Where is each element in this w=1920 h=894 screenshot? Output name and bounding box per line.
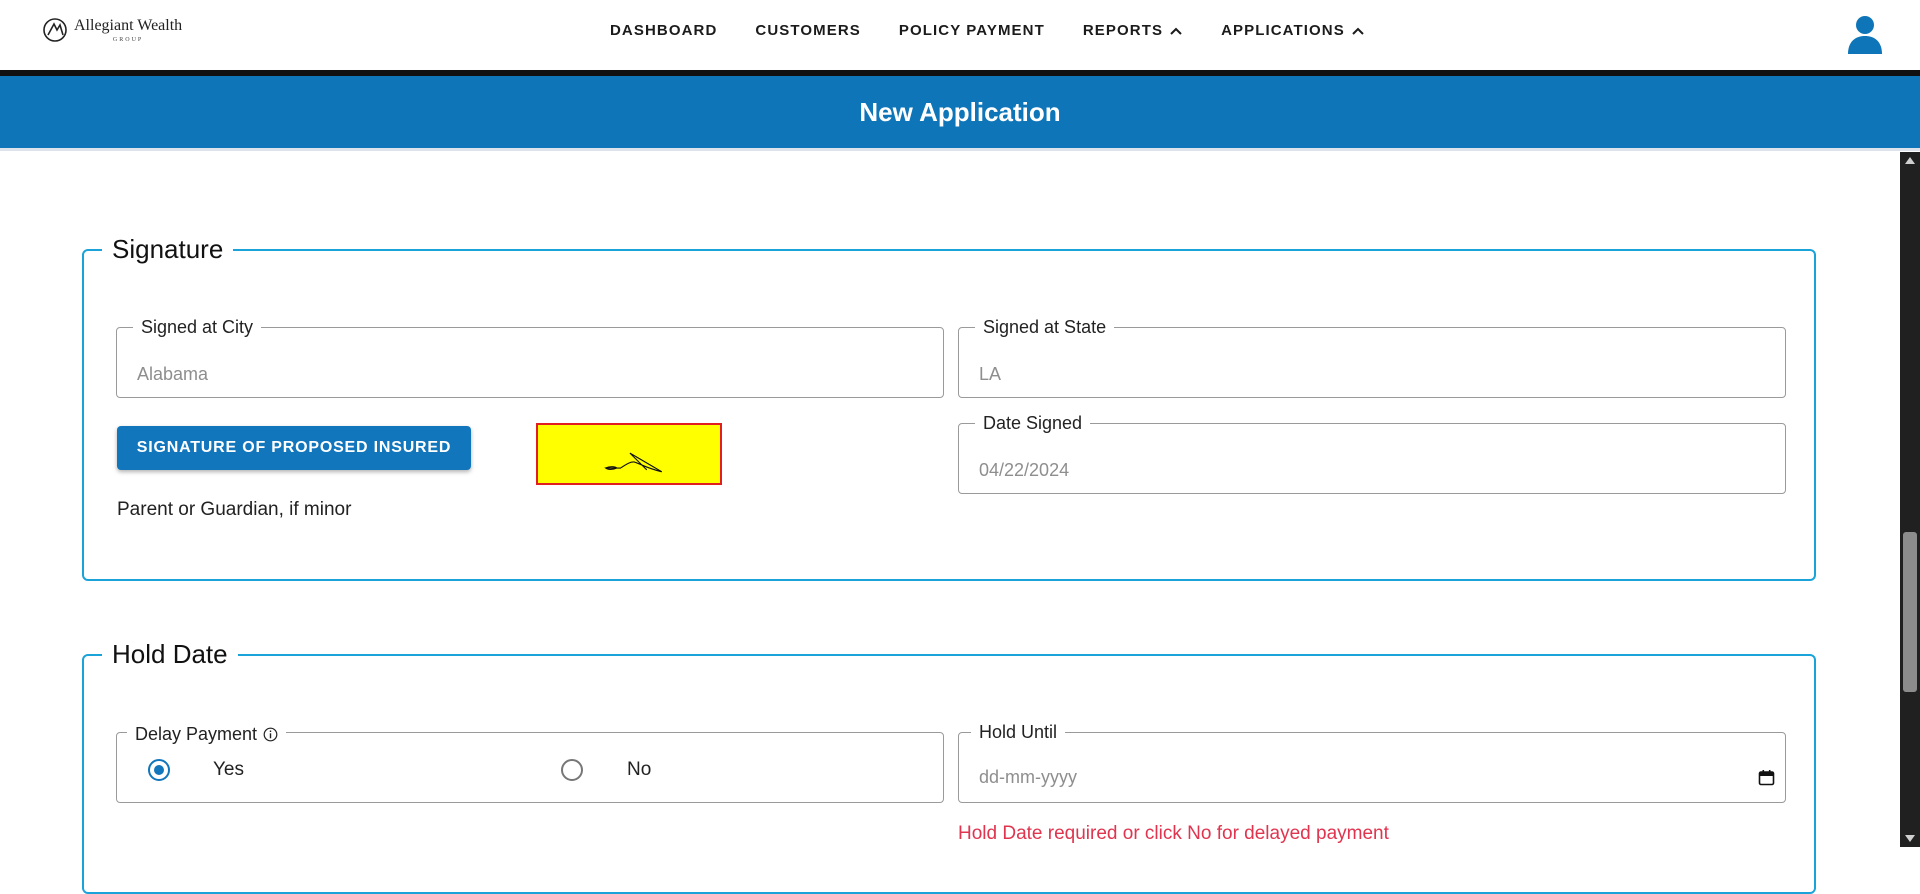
delay-yes-label[interactable]: Yes: [213, 759, 244, 781]
top-navbar: Allegiant Wealth GROUP DASHBOARD CUSTOME…: [0, 0, 1920, 76]
signed-at-state-value: LA: [979, 364, 1002, 384]
main-menu: DASHBOARD CUSTOMERS POLICY PAYMENT REPOR…: [610, 22, 1365, 39]
signature-section: Signature Signed at City Alabama Signed …: [82, 232, 1816, 581]
delay-no-radio[interactable]: [561, 759, 583, 781]
hold-date-error: Hold Date required or click No for delay…: [958, 823, 1389, 844]
scrollbar[interactable]: [1900, 152, 1920, 847]
scrollbar-thumb[interactable]: [1903, 532, 1917, 692]
page-header: New Application: [0, 76, 1920, 151]
date-signed-value: 04/22/2024: [979, 460, 1070, 480]
delay-payment-label: Delay Payment: [135, 724, 258, 744]
signed-at-city-field[interactable]: Signed at City Alabama: [116, 316, 944, 398]
signed-at-state-label: Signed at State: [975, 316, 1115, 338]
chevron-up-icon: [1170, 27, 1182, 35]
nav-dashboard[interactable]: DASHBOARD: [610, 22, 717, 39]
brand-name: Allegiant Wealth: [74, 16, 183, 34]
nav-dashboard-label: DASHBOARD: [610, 22, 718, 39]
nav-policy-payment-label: POLICY PAYMENT: [898, 22, 1045, 39]
signature-section-title: Signature: [102, 232, 234, 266]
brand-logo-icon: [43, 18, 67, 42]
chevron-up-icon: [1352, 27, 1364, 35]
signed-at-city-label: Signed at City: [133, 316, 262, 338]
nav-reports[interactable]: REPORTS: [1083, 22, 1183, 39]
nav-reports-label: REPORTS: [1082, 22, 1164, 39]
page-title: New Application: [859, 96, 1061, 127]
hold-until-placeholder: dd-mm-yyyy: [979, 767, 1077, 787]
scroll-down-arrow-icon[interactable]: [1905, 835, 1915, 842]
delay-payment-field: Delay Payment Yes No: [116, 723, 944, 803]
hold-until-label: Hold Until: [971, 721, 1066, 743]
hold-date-section-title: Hold Date: [102, 637, 238, 671]
hold-date-section: Hold Date Delay Payment Yes No Hold Unti…: [82, 637, 1816, 894]
nav-applications-label: APPLICATIONS: [1221, 22, 1345, 39]
brand-logo[interactable]: Allegiant Wealth GROUP: [42, 17, 182, 43]
user-icon[interactable]: [1846, 14, 1884, 54]
nav-policy-payment[interactable]: POLICY PAYMENT: [899, 22, 1045, 39]
signature-of-proposed-insured-button[interactable]: SIGNATURE OF PROPOSED INSURED: [117, 426, 471, 470]
hold-until-field[interactable]: Hold Until dd-mm-yyyy: [958, 721, 1786, 803]
signed-at-state-field[interactable]: Signed at State LA: [958, 316, 1786, 398]
parent-guardian-note: Parent or Guardian, if minor: [117, 499, 352, 520]
delay-no-label[interactable]: No: [627, 759, 651, 781]
calendar-icon[interactable]: [1758, 769, 1775, 786]
date-signed-label: Date Signed: [975, 412, 1091, 434]
info-icon[interactable]: [263, 727, 278, 742]
scroll-up-arrow-icon[interactable]: [1905, 157, 1915, 164]
delay-payment-label-wrap: Delay Payment: [127, 723, 287, 745]
signature-drawing: [604, 452, 663, 473]
nav-customers[interactable]: CUSTOMERS: [755, 22, 860, 39]
date-signed-field[interactable]: Date Signed 04/22/2024: [958, 412, 1786, 494]
brand-sub: GROUP: [112, 36, 144, 43]
nav-customers-label: CUSTOMERS: [755, 22, 861, 39]
brand-text: Allegiant Wealth GROUP: [74, 16, 183, 43]
nav-applications[interactable]: APPLICATIONS: [1221, 22, 1365, 39]
signature-preview[interactable]: [536, 423, 722, 485]
delay-yes-radio[interactable]: [148, 759, 170, 781]
signed-at-city-value: Alabama: [137, 364, 209, 384]
